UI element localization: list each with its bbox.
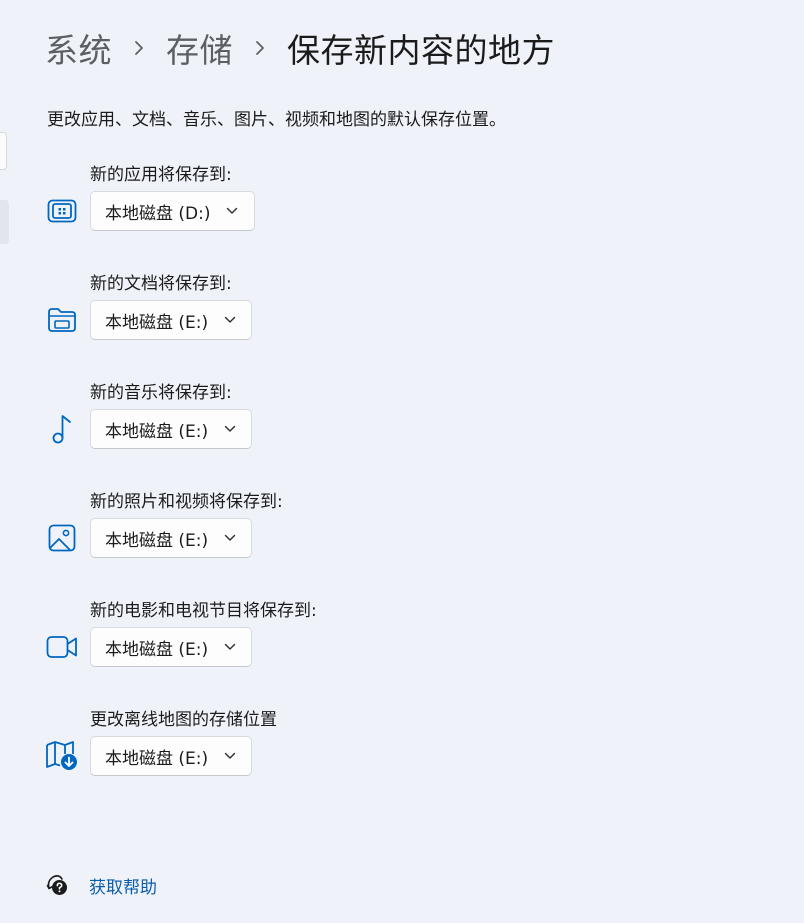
page-title: 保存新内容的地方 — [287, 31, 555, 70]
breadcrumb-system[interactable]: 系统 — [45, 24, 112, 72]
row-label: 新的文档将保存到: — [90, 274, 232, 294]
dropdown-value: 本地磁盘 (E:) — [105, 421, 209, 442]
picture-icon — [45, 521, 79, 555]
offline-map-icon — [45, 739, 79, 773]
chevron-right-icon — [112, 40, 166, 56]
dropdown-value: 本地磁盘 (E:) — [105, 530, 209, 551]
chevron-down-icon — [222, 421, 237, 437]
help-icon — [45, 873, 69, 897]
chevron-down-icon — [222, 312, 237, 328]
music-location-dropdown[interactable]: 本地磁盘 (E:) — [90, 409, 252, 449]
dropdown-value: 本地磁盘 (E:) — [105, 639, 209, 660]
apps-icon — [45, 194, 79, 228]
row-label: 新的应用将保存到: — [90, 165, 232, 185]
video-camera-icon — [45, 630, 79, 664]
dropdown-value: 本地磁盘 (E:) — [105, 312, 209, 333]
offline-maps-location-dropdown[interactable]: 本地磁盘 (E:) — [90, 736, 252, 776]
movies-tv-location-dropdown[interactable]: 本地磁盘 (E:) — [90, 627, 252, 667]
photos-videos-location-dropdown[interactable]: 本地磁盘 (E:) — [90, 518, 252, 558]
nav-selected-item-edge[interactable] — [0, 200, 9, 244]
nav-search-box-edge[interactable] — [0, 132, 7, 170]
row-label: 新的照片和视频将保存到: — [90, 492, 283, 512]
page-description: 更改应用、文档、音乐、图片、视频和地图的默认保存位置。 — [47, 110, 506, 130]
breadcrumb: 系统 存储 保存新内容的地方 — [45, 24, 555, 72]
chevron-down-icon — [225, 203, 241, 219]
row-label: 新的音乐将保存到: — [90, 383, 232, 403]
get-help-link[interactable]: 获取帮助 — [45, 870, 157, 900]
chevron-down-icon — [222, 639, 237, 655]
music-note-icon — [45, 412, 79, 446]
documents-folder-icon — [45, 303, 79, 337]
chevron-down-icon — [222, 530, 237, 546]
dropdown-value: 本地磁盘 (E:) — [105, 748, 209, 769]
documents-location-dropdown[interactable]: 本地磁盘 (E:) — [90, 300, 252, 340]
dropdown-value: 本地磁盘 (D:) — [105, 203, 211, 224]
apps-location-dropdown[interactable]: 本地磁盘 (D:) — [90, 191, 255, 231]
get-help-label: 获取帮助 — [89, 877, 157, 898]
row-label: 新的电影和电视节目将保存到: — [90, 601, 317, 621]
chevron-down-icon — [222, 748, 237, 764]
row-label: 更改离线地图的存储位置 — [90, 710, 277, 730]
chevron-right-icon — [233, 40, 287, 56]
breadcrumb-storage[interactable]: 存储 — [166, 24, 233, 72]
